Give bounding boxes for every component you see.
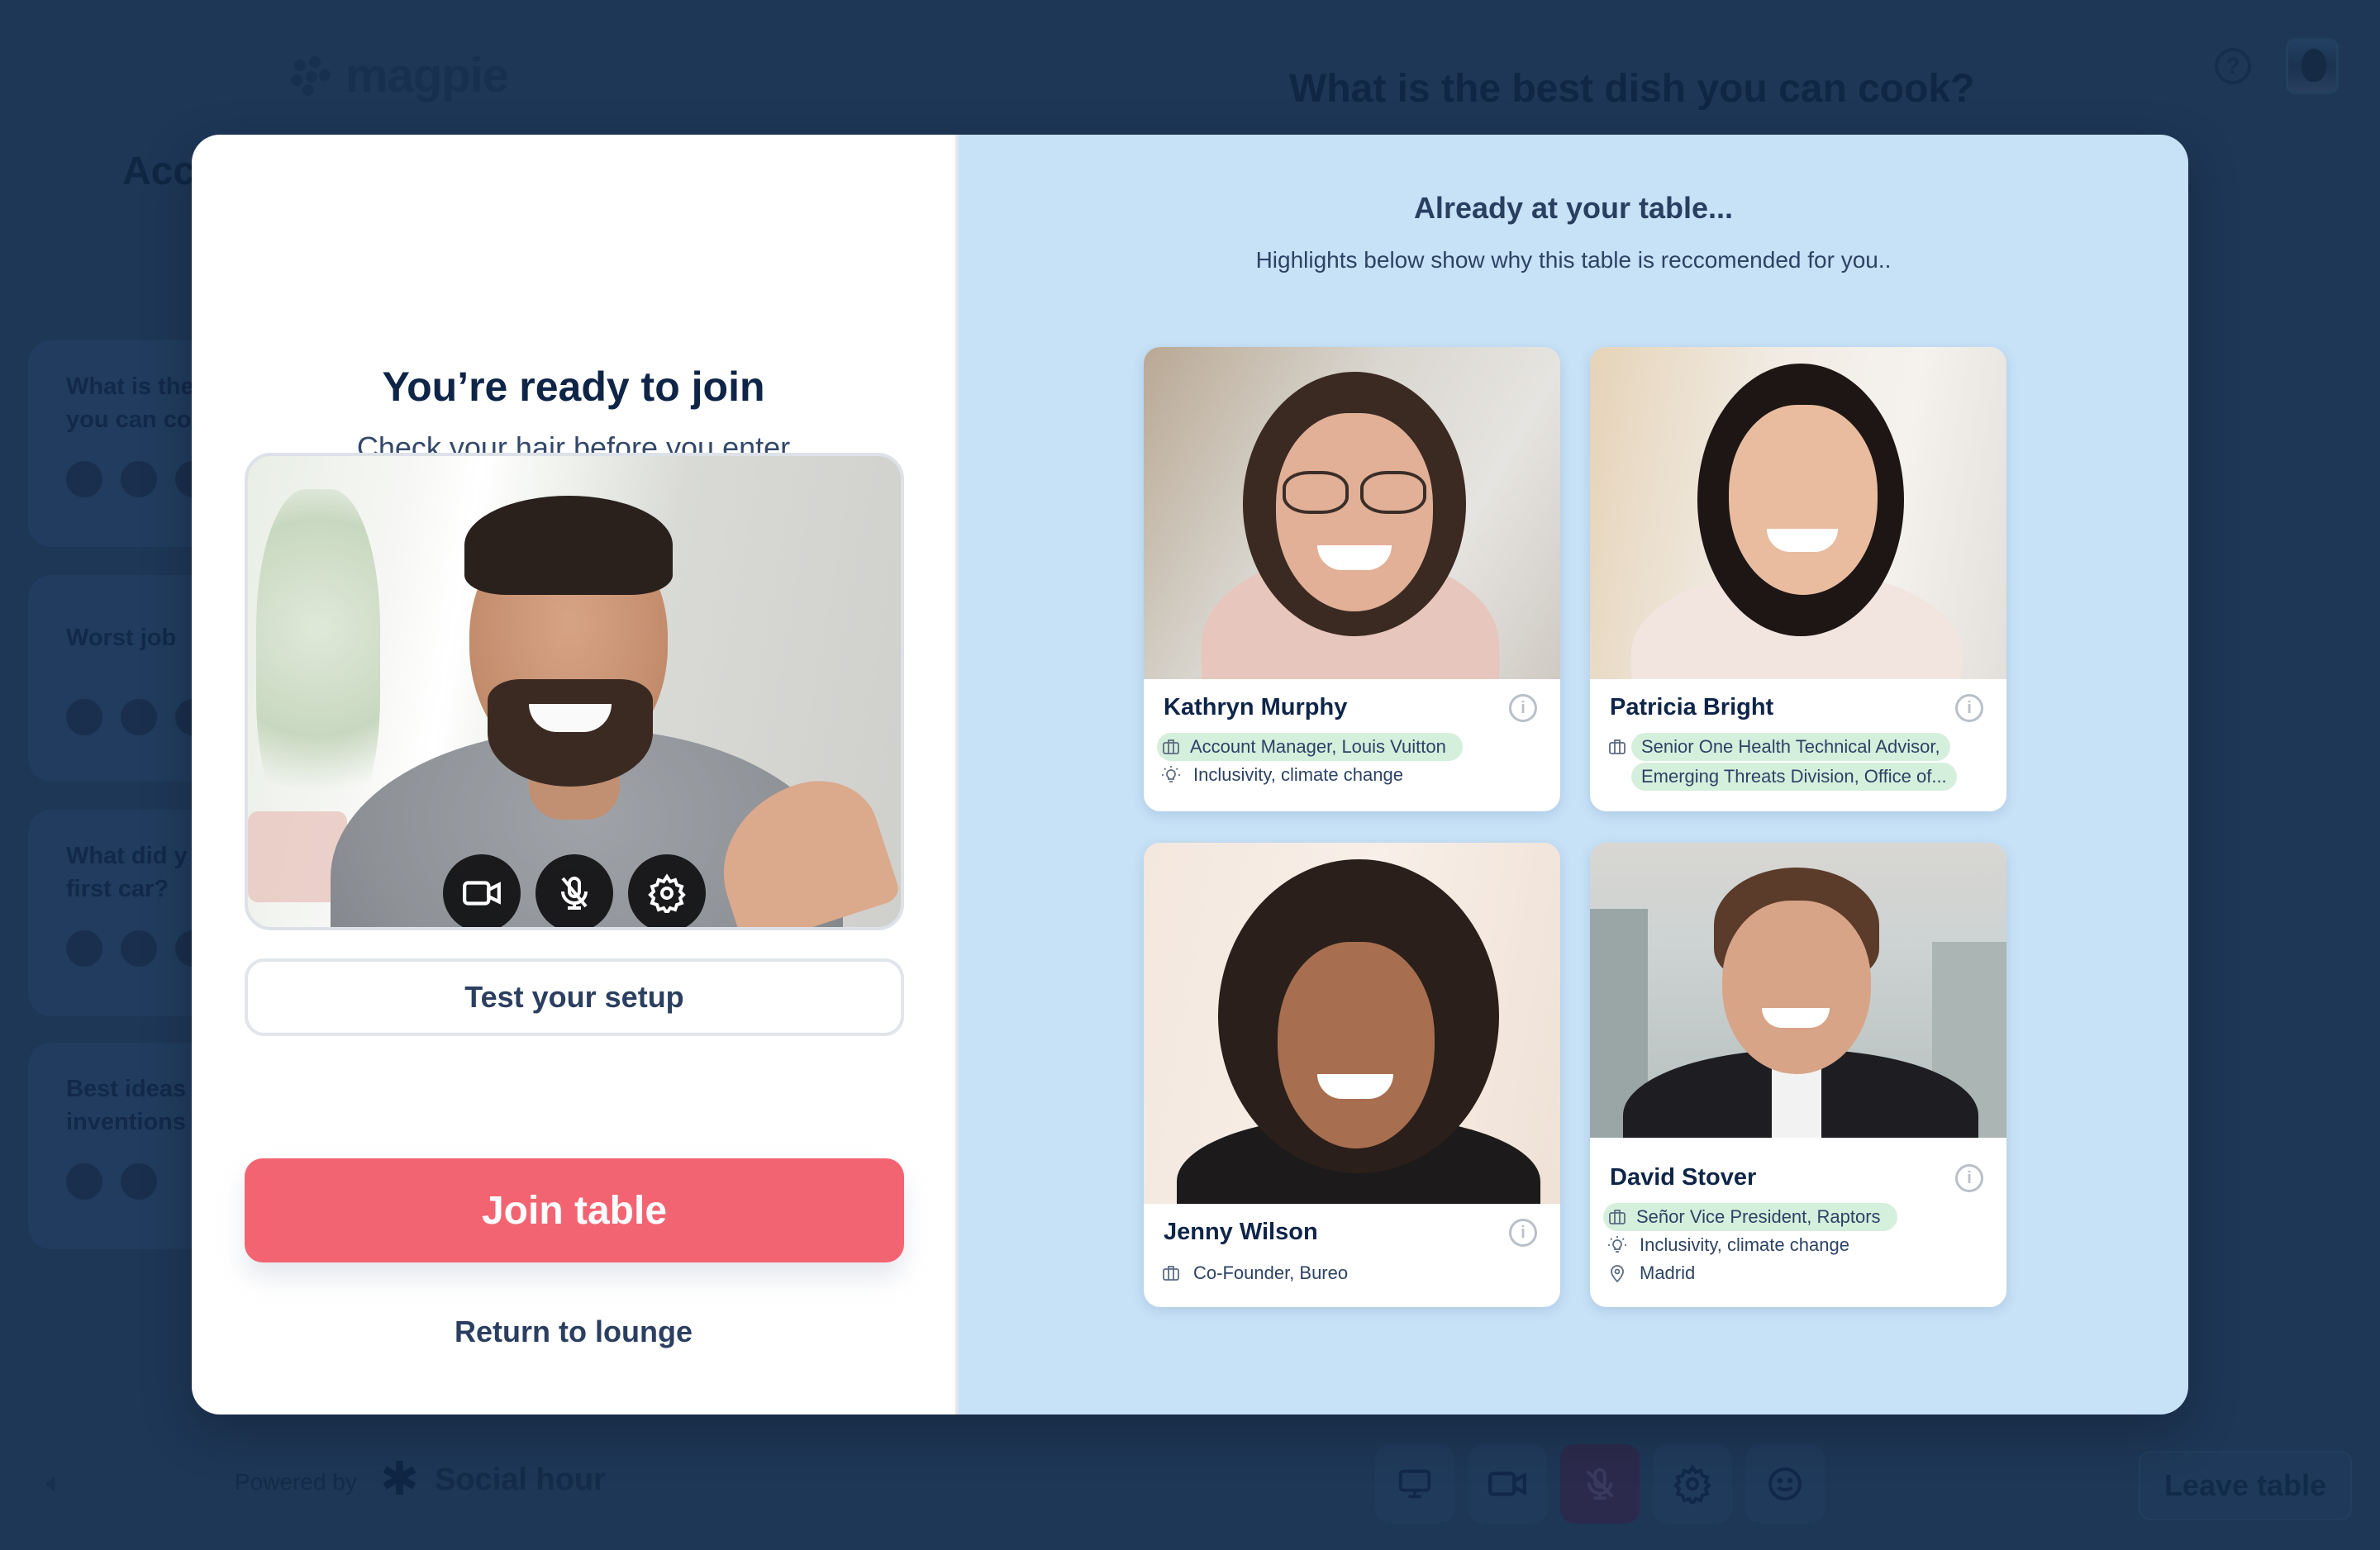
participant-name: Kathryn Murphy [1164, 694, 1348, 720]
participant-avatar [121, 930, 157, 967]
logo-text: magpie [345, 49, 509, 102]
camera-preview [245, 453, 904, 930]
speaker-icon[interactable]: 🔈︎ [46, 1467, 63, 1500]
participant-name: Patricia Bright [1610, 694, 1774, 720]
job-row: Account Manager, Louis Vuitton [1157, 733, 1463, 761]
participant-info: i Kathryn Murphy Account Manager, Louis … [1144, 694, 1560, 811]
gear-icon [1673, 1464, 1711, 1504]
job-row: Señor Vice President, Raptors [1603, 1203, 1897, 1231]
location-row: Madrid [1603, 1259, 1987, 1287]
return-to-lounge-link[interactable]: Return to lounge [192, 1315, 955, 1349]
camera-button[interactable] [1468, 1444, 1547, 1524]
magpie-logo: magpie [291, 48, 509, 103]
participant-avatar [121, 699, 157, 735]
table-participants-panel: Already at your table... Highlights belo… [959, 135, 2188, 1414]
participant-job: Account Manager, Louis Vuitton [1190, 736, 1446, 757]
briefcase-icon [1609, 1210, 1626, 1224]
participant-avatar [66, 1163, 102, 1200]
job-row: Senior One Health Technical Advisor, Eme… [1603, 733, 1987, 791]
participant-name: David Stover [1610, 1164, 1757, 1191]
participant-avatar [121, 461, 157, 497]
interests-row: Inclusivity, climate change [1157, 761, 1540, 789]
interests-row: Inclusivity, climate change [1603, 1231, 1987, 1259]
info-icon[interactable]: i [1955, 1164, 1983, 1192]
magpie-logo-icon [291, 55, 331, 96]
lightbulb-icon [1608, 1236, 1626, 1253]
participant-job: Señor Vice President, Raptors [1636, 1206, 1881, 1227]
participants-title: Already at your table... [1413, 191, 1734, 225]
sidebar-heading: Acc [122, 150, 196, 193]
participant-info: i Patricia Bright Senior One Health Tech… [1590, 694, 2006, 811]
screen-share-icon [1398, 1469, 1431, 1499]
mic-off-icon [561, 877, 588, 910]
emoji-button[interactable] [1745, 1444, 1825, 1524]
join-table-button[interactable]: Join table [245, 1158, 904, 1262]
help-icon[interactable]: ? [2215, 48, 2251, 84]
participant-avatar [66, 930, 102, 967]
table-question-title: What is the best dish you can cook? [1289, 67, 1975, 111]
leave-table-button[interactable]: Leave table [2139, 1451, 2352, 1520]
user-avatar[interactable] [2286, 38, 2339, 94]
info-icon[interactable]: i [1509, 694, 1537, 722]
participant-avatar [66, 699, 102, 735]
camera-icon [1488, 1472, 1526, 1496]
participant-card[interactable]: i Kathryn Murphy Account Manager, Louis … [1144, 347, 1560, 811]
social-hour-logo-icon: ✱ [380, 1453, 419, 1505]
participant-photo [1590, 843, 2006, 1138]
test-setup-button[interactable]: Test your setup [245, 958, 904, 1036]
social-hour-brand: Social hour [435, 1462, 606, 1497]
powered-by-label: Powered by [235, 1469, 357, 1495]
emoji-icon [1768, 1467, 1802, 1500]
participant-location: Madrid [1640, 1262, 1696, 1283]
participant-card[interactable]: i David Stover Señor Vice President, Rap… [1590, 843, 2006, 1307]
participant-interests: Inclusivity, climate change [1640, 1234, 1849, 1255]
participant-info: i David Stover Señor Vice President, Rap… [1590, 1164, 2006, 1307]
participant-interests: Inclusivity, climate change [1193, 764, 1403, 785]
participant-job: Co-Founder, Bureo [1193, 1262, 1349, 1283]
toggle-mic-button[interactable] [536, 854, 613, 927]
gear-icon [648, 873, 686, 913]
briefcase-icon [1163, 739, 1179, 754]
location-pin-icon [1611, 1265, 1624, 1283]
join-table-modal: You’re ready to join Check your hair bef… [192, 135, 2188, 1414]
participant-photo [1590, 347, 2006, 679]
screen-share-button[interactable] [1375, 1444, 1454, 1524]
participant-name: Jenny Wilson [1164, 1219, 1318, 1245]
participant-job-line: Senior One Health Technical Advisor, [1631, 733, 1950, 761]
join-panel: You’re ready to join Check your hair bef… [192, 135, 959, 1414]
job-row: Co-Founder, Bureo [1157, 1259, 1540, 1287]
info-icon[interactable]: i [1509, 1219, 1537, 1247]
mute-button[interactable] [1560, 1444, 1640, 1524]
toggle-camera-button[interactable] [443, 854, 521, 927]
participant-card[interactable]: i Jenny Wilson Co-Founder, Bureo [1144, 843, 1560, 1307]
settings-button[interactable] [1653, 1444, 1732, 1524]
modal-title: You’re ready to join [382, 364, 765, 410]
lightbulb-icon [1162, 766, 1180, 782]
camera-controls [248, 854, 901, 927]
participant-card[interactable]: i Patricia Bright Senior One Health Tech… [1590, 347, 2006, 811]
participant-avatar [66, 461, 102, 497]
participant-job-line: Emerging Threats Division, Office of... [1631, 763, 1957, 791]
participants-subtitle: Highlights below show why this table is … [1255, 247, 1892, 273]
device-settings-button[interactable] [628, 854, 706, 927]
camera-icon [463, 881, 501, 906]
participant-info: i Jenny Wilson Co-Founder, Bureo [1144, 1219, 1560, 1307]
briefcase-icon [1163, 1266, 1179, 1281]
mic-off-icon [1586, 1467, 1614, 1500]
participant-photo [1144, 843, 1560, 1204]
briefcase-icon [1609, 739, 1626, 754]
participant-photo [1144, 347, 1560, 679]
info-icon[interactable]: i [1955, 694, 1983, 722]
participant-avatar [121, 1163, 157, 1200]
